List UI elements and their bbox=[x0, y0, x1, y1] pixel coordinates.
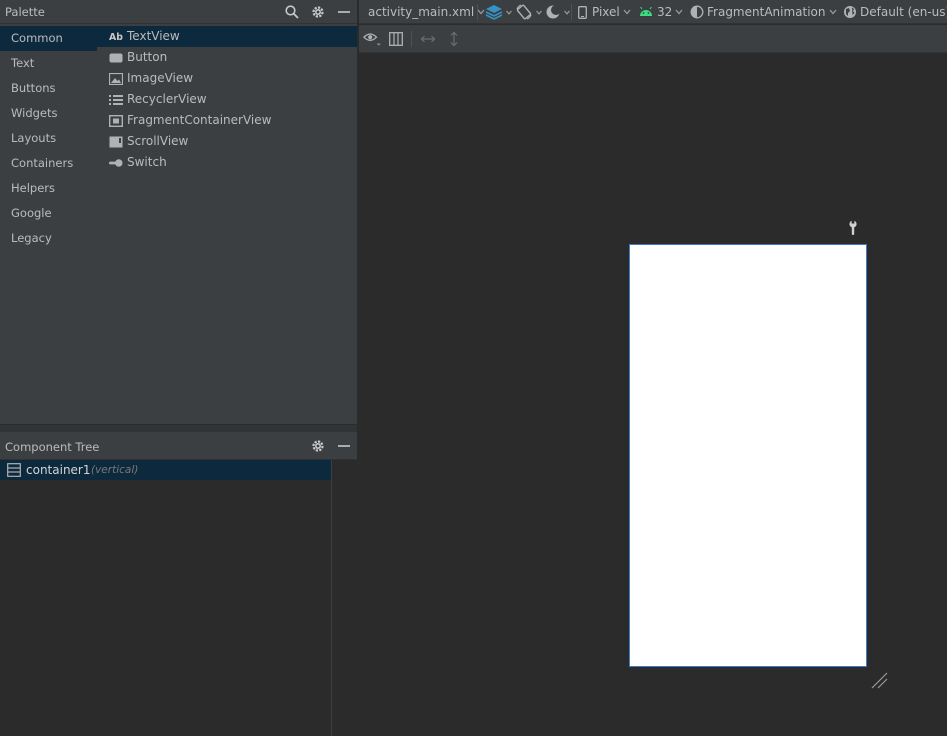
gear-icon[interactable] bbox=[309, 437, 326, 454]
category-label: Buttons bbox=[11, 81, 56, 95]
globe-icon bbox=[844, 6, 856, 18]
tree-row-hint: (vertical) bbox=[91, 464, 139, 476]
chevron-down-icon bbox=[536, 10, 542, 15]
category-containers[interactable]: Containers bbox=[0, 151, 97, 176]
fragment-container-icon bbox=[109, 114, 123, 127]
chevron-down-icon bbox=[564, 10, 570, 15]
resize-handle-icon[interactable] bbox=[869, 670, 889, 690]
design-mode-selector[interactable] bbox=[485, 0, 512, 24]
component-tree-header: Component Tree bbox=[0, 432, 357, 460]
palette-categories: Common Text Buttons Widgets Layouts Cont… bbox=[0, 26, 97, 424]
api-level-label: 32 bbox=[657, 5, 673, 19]
imageview-icon bbox=[109, 72, 123, 85]
android-icon bbox=[640, 7, 652, 16]
design-canvas[interactable] bbox=[359, 54, 947, 736]
widget-label: TextView bbox=[127, 29, 180, 43]
tree-row-container1[interactable]: container1 (vertical) bbox=[0, 460, 331, 480]
widget-label: RecyclerView bbox=[127, 92, 207, 106]
device-label: Pixel bbox=[592, 5, 620, 19]
category-label: Layouts bbox=[11, 131, 57, 145]
widget-button[interactable]: Button bbox=[97, 47, 357, 68]
palette-panel: Palette Common Text Buttons Widgets Layo… bbox=[0, 0, 357, 424]
gear-icon[interactable] bbox=[309, 3, 326, 20]
panel-splitter[interactable] bbox=[0, 424, 357, 432]
chevron-down-icon bbox=[477, 9, 485, 15]
palette-header: Palette bbox=[0, 0, 357, 24]
file-name: activity_main.xml bbox=[368, 5, 475, 19]
blueprint-toggle-icon[interactable] bbox=[387, 30, 405, 48]
category-label: Helpers bbox=[11, 181, 56, 195]
category-buttons[interactable]: Buttons bbox=[0, 76, 97, 101]
category-helpers[interactable]: Helpers bbox=[0, 176, 97, 201]
recyclerview-icon bbox=[109, 93, 123, 106]
phone-icon bbox=[578, 5, 587, 19]
palette-widget-list: Ab TextView Button ImageView RecyclerVie… bbox=[97, 26, 357, 424]
design-editor: activity_main.xml Pixel 32 FragmentAnima… bbox=[358, 0, 947, 736]
widget-textview[interactable]: Ab TextView bbox=[97, 26, 357, 47]
tree-row-label: container1 bbox=[26, 463, 91, 477]
night-mode-icon bbox=[546, 5, 561, 19]
device-preview-screen[interactable] bbox=[629, 244, 867, 667]
category-layouts[interactable]: Layouts bbox=[0, 126, 97, 151]
button-icon bbox=[109, 51, 123, 64]
component-tree-body: container1 (vertical) bbox=[0, 460, 331, 736]
horizontal-resize-icon[interactable] bbox=[419, 30, 437, 48]
layers-icon bbox=[485, 5, 503, 20]
locale-selector[interactable]: Default (en-us) bbox=[843, 0, 947, 24]
night-mode-selector[interactable] bbox=[545, 0, 570, 24]
view-options-icon[interactable] bbox=[363, 30, 381, 48]
api-level-selector[interactable]: 32 bbox=[639, 0, 683, 24]
category-legacy[interactable]: Legacy bbox=[0, 226, 97, 251]
vertical-resize-icon[interactable] bbox=[445, 30, 463, 48]
widget-fragmentcontainerview[interactable]: FragmentContainerView bbox=[97, 110, 357, 131]
widget-label: FragmentContainerView bbox=[127, 113, 272, 127]
device-selector[interactable]: Pixel bbox=[578, 0, 631, 24]
widget-scrollview[interactable]: ScrollView bbox=[97, 131, 357, 152]
switch-icon bbox=[109, 156, 123, 169]
design-secondary-toolbar bbox=[359, 25, 947, 53]
linear-layout-icon bbox=[7, 463, 21, 477]
category-label: Widgets bbox=[11, 106, 58, 120]
chevron-down-icon bbox=[675, 9, 683, 15]
scrollview-icon bbox=[109, 135, 123, 148]
design-toolbar: activity_main.xml Pixel 32 FragmentAnima… bbox=[359, 0, 947, 24]
theme-label: FragmentAnimation bbox=[707, 5, 826, 19]
widget-label: ScrollView bbox=[127, 134, 189, 148]
wrench-icon[interactable] bbox=[847, 220, 859, 236]
widget-label: Switch bbox=[127, 155, 167, 169]
minimize-icon[interactable] bbox=[335, 3, 352, 20]
chevron-down-icon bbox=[506, 10, 512, 15]
category-common[interactable]: Common bbox=[0, 26, 97, 51]
category-label: Common bbox=[11, 31, 63, 45]
theme-selector[interactable]: FragmentAnimation bbox=[690, 0, 837, 24]
component-tree-panel: Component Tree container1 (vertical) bbox=[0, 432, 357, 736]
palette-title: Palette bbox=[5, 5, 45, 19]
category-widgets[interactable]: Widgets bbox=[0, 101, 97, 126]
widget-label: Button bbox=[127, 50, 168, 64]
widget-label: ImageView bbox=[127, 71, 194, 85]
component-tree-side-area bbox=[331, 460, 357, 736]
chevron-down-icon bbox=[829, 9, 836, 15]
search-icon[interactable] bbox=[283, 3, 300, 20]
category-label: Text bbox=[11, 56, 35, 70]
chevron-down-icon bbox=[623, 9, 631, 15]
component-tree-title: Component Tree bbox=[5, 440, 100, 454]
file-selector[interactable]: activity_main.xml bbox=[368, 0, 485, 24]
category-text[interactable]: Text bbox=[0, 51, 97, 76]
minimize-icon[interactable] bbox=[335, 437, 352, 454]
widget-recyclerview[interactable]: RecyclerView bbox=[97, 89, 357, 110]
widget-imageview[interactable]: ImageView bbox=[97, 68, 357, 89]
category-label: Google bbox=[11, 206, 52, 220]
rotate-device-icon bbox=[516, 4, 532, 20]
theme-icon bbox=[690, 5, 704, 19]
svg-text:Ab: Ab bbox=[109, 32, 123, 42]
category-label: Legacy bbox=[11, 231, 52, 245]
locale-label: Default (en-us) bbox=[860, 5, 947, 19]
category-google[interactable]: Google bbox=[0, 201, 97, 226]
textview-icon: Ab bbox=[109, 30, 123, 43]
category-label: Containers bbox=[11, 156, 74, 170]
orientation-selector[interactable] bbox=[515, 0, 542, 24]
widget-switch[interactable]: Switch bbox=[97, 152, 357, 173]
